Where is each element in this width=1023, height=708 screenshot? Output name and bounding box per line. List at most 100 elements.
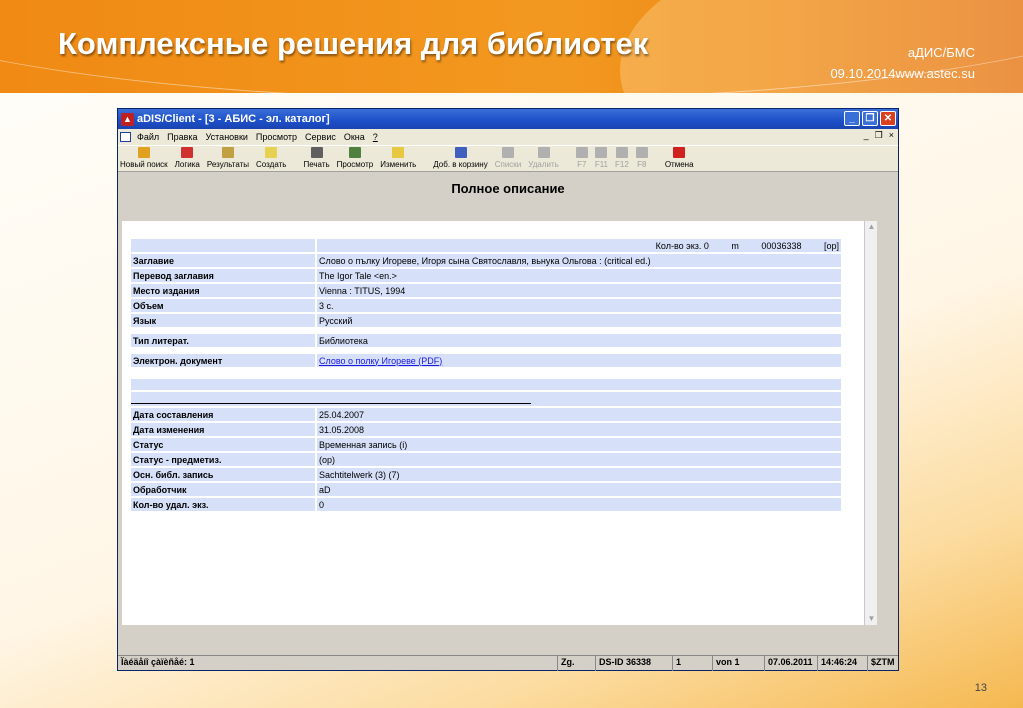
toolbar-button[interactable]: Удалить <box>528 147 559 169</box>
basket-icon <box>454 147 467 158</box>
menu-windows[interactable]: Окна <box>344 132 365 142</box>
table-row: Электрон. документ Слово о полку Игореве… <box>131 354 841 367</box>
close-icon[interactable]: ✕ <box>880 111 896 126</box>
app-window: ▲ aDIS/Client - [3 - АБИС - эл. каталог]… <box>117 108 899 671</box>
scroll-up-icon[interactable]: ▲ <box>865 221 878 233</box>
slide-meta-product: аДИС/БМС <box>907 45 975 60</box>
app-logo-icon: ▲ <box>121 112 134 126</box>
print-icon <box>310 147 323 158</box>
mdi-restore-icon[interactable]: ❐ <box>875 130 883 141</box>
field-value: Слово о полку Игореве (PDF) <box>317 354 841 367</box>
f8-icon <box>635 147 648 158</box>
toolbar-button-label: Просмотр <box>336 160 374 169</box>
table-row: Статус Временная запись (i) <box>131 438 841 451</box>
scroll-down-icon[interactable]: ▼ <box>865 613 878 625</box>
record-view: Кол-во экз. 0 m 00036338 [op] Заглавие Сл… <box>122 221 864 625</box>
window-titlebar[interactable]: ▲ aDIS/Client - [3 - АБИС - эл. каталог]… <box>118 109 898 129</box>
toolbar-button-label: F7 <box>577 160 587 169</box>
toolbar-button-label: Удалить <box>528 160 559 169</box>
field-label: Статус <box>131 438 315 451</box>
status-zg: Zg. <box>558 656 596 671</box>
copies-count: Кол-во экз. 0 <box>655 240 709 251</box>
toolbar-button-label: F8 <box>637 160 647 169</box>
field-label: Кол-во удал. экз. <box>131 498 315 511</box>
edit-icon <box>392 147 405 158</box>
toolbar-button[interactable]: Отмена <box>665 147 694 169</box>
toolbar-button[interactable]: F8 <box>635 147 648 169</box>
slide-header: Комплексные решения для библиотек аДИС/Б… <box>0 0 1023 93</box>
field-label: Электрон. документ <box>131 354 315 367</box>
field-label: Статус - предметиз. <box>131 453 315 466</box>
toolbar-button-label: Создать <box>256 160 287 169</box>
menu-service[interactable]: Сервис <box>305 132 336 142</box>
results-icon <box>221 147 234 158</box>
table-row: Перевод заглавия The Igor Tale <en.> <box>131 269 841 282</box>
field-label: Обработчик <box>131 483 315 496</box>
toolbar-button[interactable]: Новый поиск <box>120 147 168 169</box>
toolbar-button[interactable]: Логика <box>175 147 200 169</box>
cancel-icon <box>673 147 686 158</box>
window-title: aDIS/Client - [3 - АБИС - эл. каталог] <box>137 113 330 125</box>
restore-icon[interactable]: ❐ <box>862 111 878 126</box>
vertical-scrollbar[interactable]: ▲ ▼ <box>864 221 877 625</box>
field-value: (op) <box>317 453 841 466</box>
menu-edit[interactable]: Правка <box>167 132 197 142</box>
toolbar-button-label: Результаты <box>206 160 250 169</box>
table-row: Дата составления 25.04.2007 <box>131 408 841 421</box>
field-value: Sachtitelwerk (3) (7) <box>317 468 841 481</box>
toolbar-button-label: F11 <box>594 160 609 169</box>
field-label: Дата изменения <box>131 423 315 436</box>
menu-file[interactable]: Файл <box>137 132 159 142</box>
toolbar-button[interactable]: Создать <box>256 147 286 169</box>
rule-row <box>131 392 841 406</box>
status-time: 14:46:24 <box>818 656 868 671</box>
toolbar-button[interactable]: Просмотр <box>336 147 374 169</box>
e-document-link[interactable]: Слово о полку Игореве (PDF) <box>319 356 442 366</box>
divider <box>131 403 531 404</box>
record-status: [op] <box>823 240 839 251</box>
delete-icon <box>537 147 550 158</box>
field-label: Дата составления <box>131 408 315 421</box>
slide-title: Комплексные решения для библиотек <box>58 26 649 61</box>
page-number: 13 <box>974 682 987 694</box>
content-area: Полное описание Кол-во экз. 0 m 00036338… <box>119 175 897 656</box>
mdi-controls: _ ❐ × <box>864 130 894 141</box>
toolbar-button[interactable]: Доб. в корзину <box>433 147 488 169</box>
status-user: $ZTM <box>871 657 895 667</box>
field-value: aD <box>317 483 841 496</box>
table-row: Объем 3 с. <box>131 299 841 312</box>
f7-icon <box>575 147 588 158</box>
field-value: 25.04.2007 <box>317 408 841 421</box>
menu-view[interactable]: Просмотр <box>256 132 297 142</box>
field-value: 3 с. <box>317 299 841 312</box>
mdi-minimize-icon[interactable]: _ <box>864 130 869 141</box>
field-label: Перевод заглавия <box>131 269 315 282</box>
table-row: Заглавие Слово о пълку Игореве, Игоря сын… <box>131 254 841 267</box>
document-icon[interactable] <box>120 132 131 142</box>
page-heading: Полное описание <box>451 181 565 196</box>
toolbar: Новый поиск Логика Результаты Создать Печать… <box>118 145 898 172</box>
toolbar-button-label: Отмена <box>664 160 694 169</box>
menu-help[interactable]: ? <box>373 132 378 142</box>
toolbar-button-label: Изменить <box>380 160 417 169</box>
f12-icon <box>615 147 628 158</box>
toolbar-button[interactable]: Печать <box>303 147 330 169</box>
menu-settings[interactable]: Установки <box>206 132 248 142</box>
lists-icon <box>501 147 514 158</box>
toolbar-button[interactable]: Списки <box>495 147 521 169</box>
record-header-info: Кол-во экз. 0 m 00036338 [op] <box>317 239 841 252</box>
field-label: Язык <box>131 314 315 327</box>
toolbar-button[interactable]: F12 <box>615 147 629 169</box>
status-date: 07.06.2011 <box>765 656 818 671</box>
minimize-icon[interactable]: _ <box>844 111 860 126</box>
slide-meta: аДИС/БМС 09.10.2014www.astec.su <box>830 42 975 84</box>
toolbar-button[interactable]: Изменить <box>380 147 416 169</box>
toolbar-button[interactable]: F11 <box>595 147 608 169</box>
statusbar: Ïàéäåíî çàïèñåé: 1 Zg. DS-ID 36338 1 von… <box>118 655 898 671</box>
field-value: Библиотека <box>317 334 841 347</box>
table-row: Кол-во удал. экз. 0 <box>131 498 841 511</box>
toolbar-button[interactable]: Результаты <box>207 147 249 169</box>
toolbar-button[interactable]: F7 <box>575 147 588 169</box>
status-found: Ïàéäåíî çàïèñåé: 1 <box>118 656 558 671</box>
mdi-close-icon[interactable]: × <box>889 130 894 141</box>
